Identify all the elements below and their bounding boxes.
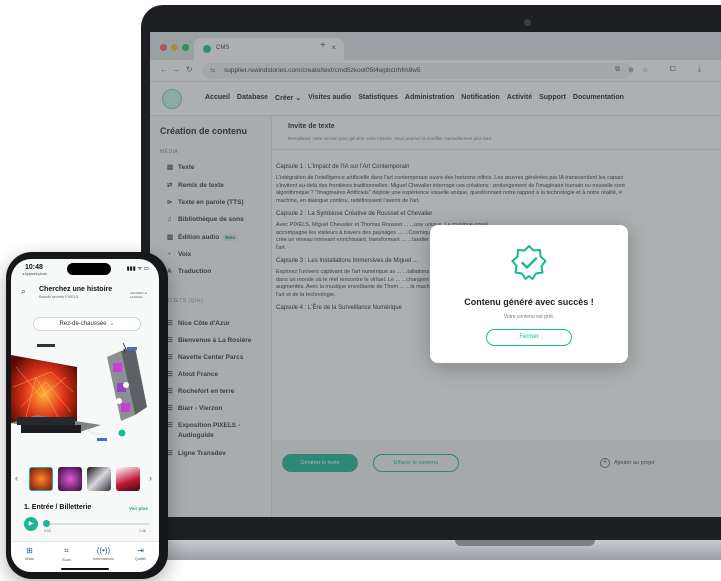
close-modal-button[interactable]: Fermer (486, 329, 572, 346)
phone-tab-label: Quitter (134, 557, 147, 561)
chevron-down-icon: ⌄ (109, 321, 115, 327)
phone-tab-label: Informations (93, 557, 114, 561)
purple-panel (121, 403, 130, 412)
poi-marker[interactable] (116, 398, 122, 404)
phone-tab[interactable]: ⊞ Visite (11, 546, 48, 561)
map-label (127, 347, 137, 350)
purple-panel (113, 363, 122, 372)
map-label (97, 438, 107, 441)
phone-tab[interactable]: ⌗ Scan (48, 546, 85, 562)
success-modal: Contenu généré avec succès ! Votre conte… (430, 225, 628, 363)
time-total: 1:48 (139, 529, 146, 533)
seating-row (21, 425, 81, 433)
track-title: 1. Entrée / Billetterie (24, 504, 92, 511)
poi-marker[interactable] (123, 382, 129, 388)
3d-floor-map[interactable] (11, 337, 159, 455)
camera-icon (524, 19, 531, 26)
modal-subtitle: Votre contenu est prêt. (503, 314, 555, 320)
prev-arrow-icon[interactable]: ‹ (15, 473, 18, 483)
phone-screen: 10:48 ◂ Appareil photo ▮▮▮ ᯤ ▭ ⌕ Cherche… (11, 259, 159, 572)
status-icons: ▮▮▮ ᯤ ▭ (126, 266, 149, 272)
language-selector[interactable]: CHOISIR LA LANGUE (130, 291, 159, 299)
phone-tab-icon: ((•)) (96, 546, 111, 555)
modal-title: Contenu généré avec succès ! (464, 297, 594, 307)
phone-tab-label: Visite (24, 557, 35, 561)
phone-tab-icon: ⊞ (26, 546, 33, 555)
phone-tab[interactable]: ((•)) Informations (85, 546, 122, 561)
laptop-base (132, 540, 721, 560)
audio-progress-knob[interactable] (43, 520, 50, 527)
verified-badge-icon (511, 245, 547, 280)
stage: CMS × + ← → ↻ ⇆ supplier.rewindstories.c… (0, 0, 721, 581)
thumbnail-carousel: ‹ › (11, 465, 159, 495)
audio-progress-track[interactable] (43, 523, 149, 525)
phone-tab-label: Scan (62, 558, 71, 562)
voir-plus-link[interactable]: Voir plus (129, 506, 148, 511)
laptop-notch (455, 540, 595, 546)
thumbnail-4[interactable] (116, 467, 140, 491)
floor-selector[interactable]: Rez-de-chaussée ⌄ (33, 317, 141, 331)
thumbnail-3[interactable] (87, 467, 111, 491)
path-arrow (86, 428, 106, 435)
time-elapsed: 0:03 (44, 529, 51, 533)
map-label (37, 344, 55, 347)
back-to-camera-link[interactable]: ◂ Appareil photo (22, 272, 47, 276)
phone-tab-icon: ⇥ (137, 546, 144, 555)
status-time: 10:48 (25, 264, 43, 271)
search-icon[interactable]: ⌕ (21, 286, 26, 297)
phone-title: Cherchez une histoire (39, 286, 113, 293)
phone-tab[interactable]: ⇥ Quitter (122, 546, 159, 561)
next-arrow-icon[interactable]: › (149, 473, 152, 483)
floor-label: Rez-de-chaussée (59, 321, 107, 327)
home-indicator (61, 568, 109, 570)
play-button[interactable]: ▶ (24, 517, 38, 531)
thumbnail-2[interactable] (58, 467, 82, 491)
phone-subtitle: Balade secrets PIXELS (39, 295, 79, 299)
laptop-screen: CMS × + ← → ↻ ⇆ supplier.rewindstories.c… (150, 32, 721, 517)
thumbnail-1[interactable] (29, 467, 53, 491)
current-location-marker[interactable] (117, 428, 127, 438)
seating-row (17, 417, 75, 425)
dynamic-island (67, 263, 111, 275)
phone-tab-icon: ⌗ (64, 546, 69, 555)
